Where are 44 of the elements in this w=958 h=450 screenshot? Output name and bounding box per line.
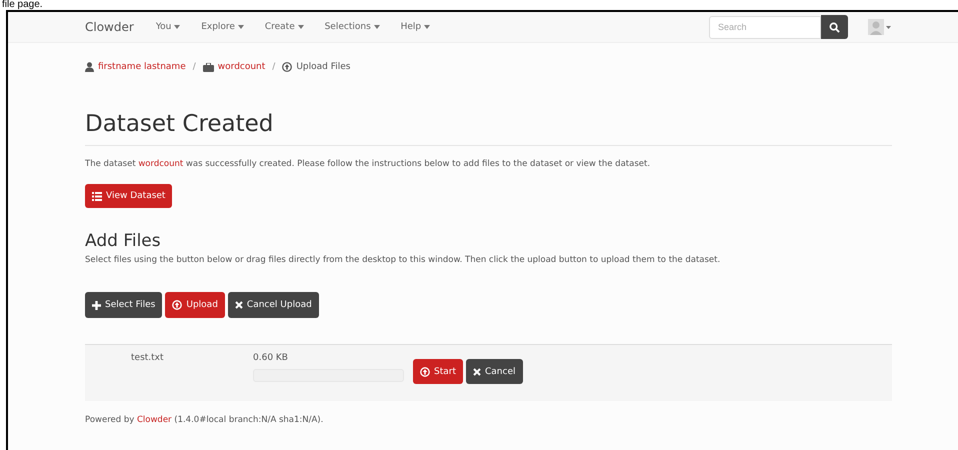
- caret-icon: [424, 25, 430, 29]
- caret-icon: [174, 25, 180, 29]
- upload-circle-icon: [172, 300, 182, 310]
- nav-menu[interactable]: Explore: [201, 22, 244, 32]
- nav-menu[interactable]: Help: [400, 22, 430, 32]
- list-icon: [92, 192, 102, 200]
- file-size: 0.60 KB: [253, 353, 289, 363]
- cancel-button[interactable]: Cancel: [466, 359, 522, 384]
- upload-circle-icon: [420, 366, 430, 376]
- select-files-button[interactable]: Select Files: [85, 292, 162, 318]
- clowder-link[interactable]: Clowder: [136, 415, 172, 425]
- breadcrumb-current: Upload Files: [296, 62, 350, 72]
- footer-text: Powered by Clowder (1.4.0#local branch:N/A sha1:N/A).: [85, 415, 324, 425]
- upload-button[interactable]: Upload: [165, 292, 225, 318]
- section-title: Add Files: [85, 231, 162, 251]
- caption-text: file page.: [1, 0, 44, 10]
- user-icon: [85, 62, 94, 72]
- close-icon: [473, 368, 481, 376]
- nav-menu[interactable]: Create: [264, 22, 304, 32]
- caret-icon: [238, 25, 244, 29]
- page-title: Dataset Created: [85, 111, 892, 146]
- start-button[interactable]: Start: [413, 359, 463, 384]
- close-icon: [234, 301, 243, 309]
- search-icon: [829, 22, 840, 32]
- breadcrumb-separator: /: [192, 62, 196, 72]
- upload-circle-icon: [282, 62, 292, 72]
- file-name: test.txt: [130, 353, 165, 363]
- breadcrumb-link[interactable]: wordcount: [218, 62, 266, 72]
- breadcrumb-separator: /: [272, 62, 276, 72]
- briefcase-icon: [202, 62, 214, 72]
- caret-icon: [374, 25, 380, 29]
- breadcrumb-link[interactable]: firstname lastname: [98, 62, 186, 72]
- search-field[interactable]: Search: [709, 16, 821, 38]
- section-description: Select files using the button below or drag files directly from the desktop to this window. Then click the upload button to upload them to the dataset.: [85, 255, 722, 265]
- caret-icon: [298, 25, 304, 29]
- nav-menu[interactable]: Selections: [324, 22, 380, 32]
- view-dataset-button[interactable]: View Dataset: [85, 184, 172, 208]
- dataset-link[interactable]: wordcount: [138, 159, 184, 169]
- plus-icon: [92, 300, 101, 310]
- search-button[interactable]: [821, 15, 848, 39]
- brand-link[interactable]: Clowder: [85, 20, 134, 34]
- cancel-upload-button[interactable]: Cancel Upload: [228, 292, 319, 318]
- nav-menu[interactable]: You: [156, 22, 180, 32]
- success-message: The dataset wordcount was successfully created. Please follow the instructions below to add files to the dataset or view the dataset.: [85, 159, 652, 169]
